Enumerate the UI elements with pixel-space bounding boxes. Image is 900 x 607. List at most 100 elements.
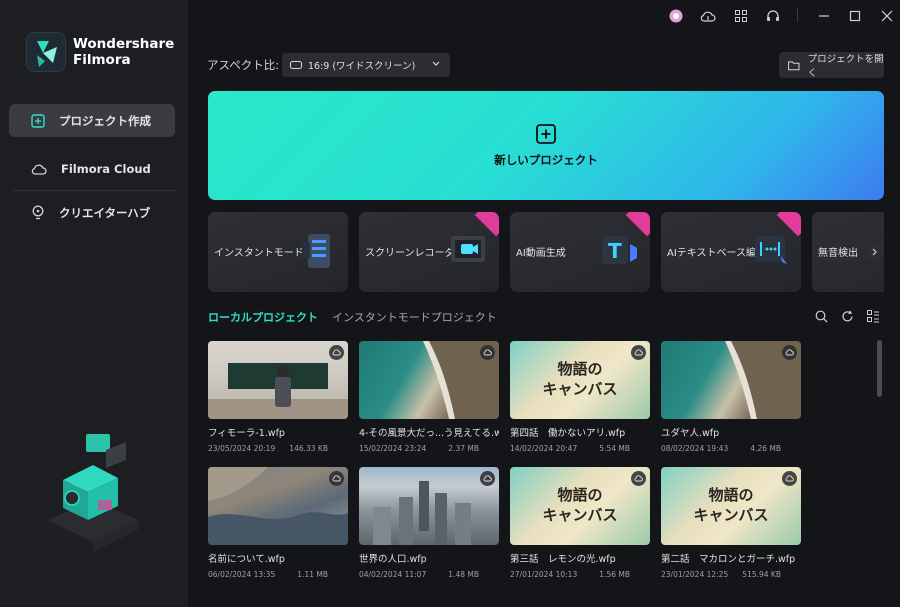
open-project-label: プロジェクトを開く	[807, 54, 884, 79]
refresh-icon[interactable]	[839, 308, 855, 324]
plus-square-icon	[536, 123, 556, 144]
sidebar-divider	[12, 190, 176, 191]
cloud-icon	[31, 164, 47, 175]
ai-text-edit-icon	[755, 236, 787, 264]
project-card[interactable]: 世界の人口.wfp 04/02/2024 11:07 1.48 MB	[359, 467, 499, 579]
project-date: 23/01/2024 12:25	[661, 570, 729, 579]
cloud-upload-icon[interactable]	[782, 345, 797, 360]
project-thumbnail	[359, 341, 499, 419]
sidebar-item-create-project[interactable]: プロジェクト作成	[9, 104, 175, 137]
project-card[interactable]: フィモーラ-1.wfp 23/05/2024 20:19 146.33 KB	[208, 341, 348, 453]
project-date: 14/02/2024 20:47	[510, 444, 578, 453]
avatar-icon[interactable]	[667, 7, 685, 25]
project-card[interactable]: 名前について.wfp 06/02/2024 13:35 1.11 MB	[208, 467, 348, 579]
aspect-ratio-select[interactable]: 16:9 (ワイドスクリーン)	[282, 53, 450, 77]
cloud-upload-icon[interactable]	[480, 471, 495, 486]
tools-row: インスタントモード スクリーンレコーダー AI動画生成 T AIテキストベース編…	[208, 212, 884, 294]
brand-line2: Filmora	[73, 52, 131, 68]
tab-local-projects[interactable]: ローカルプロジェクト	[208, 309, 318, 325]
project-thumbnail	[359, 467, 499, 545]
filmora-logo: Wondershare Filmora	[26, 32, 174, 72]
window-controls-separator	[797, 8, 798, 22]
cloud-upload-icon[interactable]	[329, 471, 344, 486]
project-size: 1.48 MB	[448, 570, 479, 579]
tab-instant-mode-projects[interactable]: インスタントモードプロジェクト	[332, 309, 497, 325]
tool-label: 無音検出	[818, 248, 858, 259]
project-size: 515.94 KB	[742, 570, 781, 579]
project-thumbnail	[208, 341, 348, 419]
sidebar-item-label: クリエイターハブ	[59, 205, 151, 220]
new-project-label: 新しいプロジェクト	[494, 152, 598, 167]
svg-text:T: T	[608, 239, 622, 263]
main-panel: アスペクト比: 16:9 (ワイドスクリーン) プロジェクトを開く 新しいプロジ…	[188, 0, 900, 607]
project-thumbnail: 物語の キャンバス	[510, 467, 650, 545]
search-icon[interactable]	[813, 308, 829, 324]
tools-scroll-right-button[interactable]	[866, 243, 884, 261]
grid-apps-icon[interactable]	[732, 7, 750, 25]
project-name: ユダヤ人.wfp	[661, 428, 720, 439]
project-name: 第四話 働かないアリ.wfp	[510, 428, 626, 439]
chevron-right-icon	[872, 248, 877, 256]
tool-screen-recorder[interactable]: スクリーンレコーダー	[359, 212, 499, 292]
project-thumbnail	[208, 467, 348, 545]
close-icon[interactable]	[878, 7, 896, 25]
project-size: 2.37 MB	[448, 444, 479, 453]
canvas-title-line1: 物語の	[708, 486, 754, 504]
project-thumbnail	[661, 341, 801, 419]
instant-mode-icon	[302, 234, 330, 268]
filmora-logo-icon	[26, 32, 66, 72]
project-list-scrollbar[interactable]	[877, 340, 882, 397]
project-card[interactable]: 物語の キャンバス 第四話 働かないアリ.wfp 14/02/2024 20:4…	[510, 341, 650, 453]
project-card[interactable]: 物語の キャンバス 第二話 マカロンとガーチ.wfp 23/01/2024 12…	[661, 467, 801, 579]
tool-instant-mode[interactable]: インスタントモード	[208, 212, 348, 292]
cloud-upload-icon[interactable]	[631, 471, 646, 486]
project-date: 23/05/2024 20:19	[208, 444, 276, 453]
canvas-title-line1: 物語の	[557, 360, 603, 378]
folder-icon	[788, 60, 800, 70]
project-date: 04/02/2024 11:07	[359, 570, 427, 579]
new-project-button[interactable]: 新しいプロジェクト	[208, 91, 884, 200]
new-project-icon	[31, 113, 45, 128]
aspect-ratio-label: アスペクト比:	[207, 58, 280, 72]
view-toggle-icon[interactable]	[865, 308, 881, 324]
cloud-upload-icon[interactable]	[631, 345, 646, 360]
minimize-icon[interactable]	[815, 7, 833, 25]
project-name: 4-その風景大だっ...う見えてる.wfp	[359, 428, 499, 439]
canvas-title-line2: キャンバス	[693, 506, 769, 524]
canvas-title-line1: 物語の	[557, 486, 603, 504]
sidebar-item-creator-hub[interactable]: クリエイターハブ	[9, 196, 175, 229]
brand-line1: Wondershare	[73, 36, 175, 52]
project-card[interactable]: ユダヤ人.wfp 08/02/2024 19:43 4.26 MB	[661, 341, 801, 453]
screen-recorder-icon	[451, 236, 485, 262]
screen-icon	[290, 61, 302, 69]
cloud-upload-icon[interactable]	[329, 345, 344, 360]
cloud-upload-icon[interactable]	[480, 345, 495, 360]
project-date: 27/01/2024 10:13	[510, 570, 578, 579]
cloud-upload-icon[interactable]	[699, 7, 717, 25]
project-size: 5.54 MB	[599, 444, 630, 453]
project-thumbnail: 物語の キャンバス	[661, 467, 801, 545]
ai-video-icon: T	[602, 236, 637, 264]
open-project-button[interactable]: プロジェクトを開く	[779, 52, 884, 79]
tool-ai-video-gen[interactable]: AI動画生成 T	[510, 212, 650, 292]
tool-ai-text-edit[interactable]: AIテキストベース編集	[661, 212, 801, 292]
aspect-ratio-value: 16:9 (ワイドスクリーン)	[308, 61, 416, 72]
project-size: 4.26 MB	[750, 444, 781, 453]
project-name: フィモーラ-1.wfp	[208, 428, 285, 439]
sidebar-item-label: Filmora Cloud	[61, 161, 151, 176]
project-size: 146.33 KB	[289, 444, 328, 453]
cloud-upload-icon[interactable]	[782, 471, 797, 486]
canvas-title-line2: キャンバス	[542, 506, 618, 524]
maximize-icon[interactable]	[846, 7, 864, 25]
sidebar-illustration	[38, 420, 148, 559]
project-card[interactable]: 4-その風景大だっ...う見えてる.wfp 15/02/2024 23:24 2.…	[359, 341, 499, 453]
project-size: 1.56 MB	[599, 570, 630, 579]
headset-icon[interactable]	[764, 7, 782, 25]
project-thumbnail: 物語の キャンバス	[510, 341, 650, 419]
project-card[interactable]: 物語の キャンバス 第三話 レモンの光.wfp 27/01/2024 10:13…	[510, 467, 650, 579]
project-name: 世界の人口.wfp	[359, 554, 427, 565]
project-name: 第三話 レモンの光.wfp	[510, 554, 616, 565]
sidebar-item-filmora-cloud[interactable]: Filmora Cloud	[9, 152, 175, 185]
lightbulb-icon	[32, 205, 44, 220]
project-date: 06/02/2024 13:35	[208, 570, 276, 579]
